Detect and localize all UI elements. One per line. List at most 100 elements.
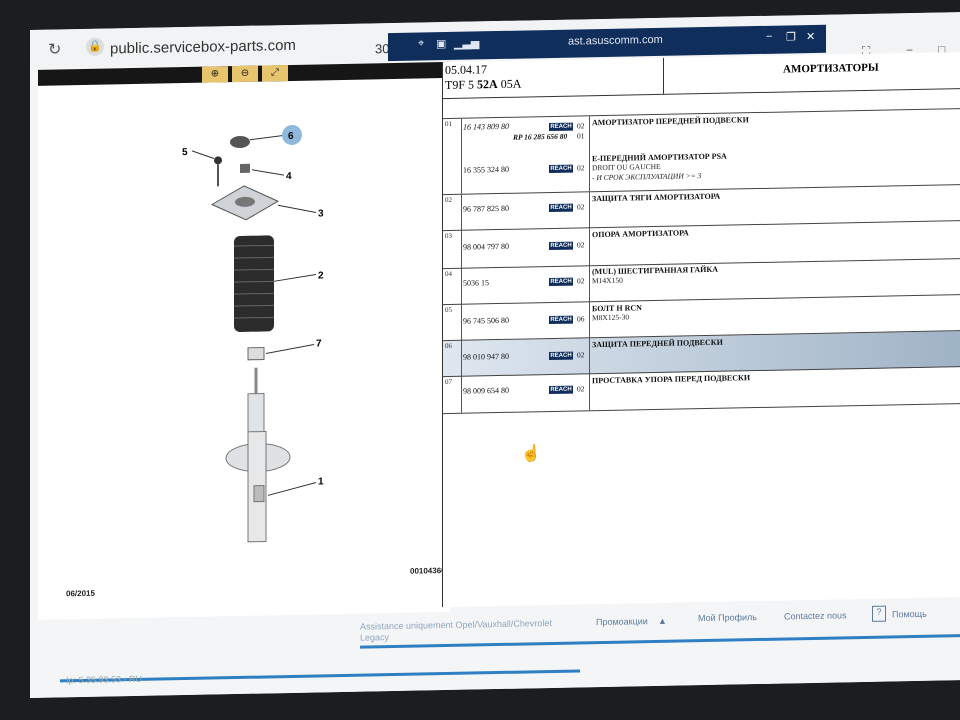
column-divider <box>461 118 462 153</box>
part-note: DROIT OU GAUCHE <box>592 161 661 173</box>
row-number: 02 <box>445 195 452 205</box>
reach-badge: REACH <box>549 385 573 395</box>
reach-badge: REACH <box>549 203 573 213</box>
part-number[interactable]: 98 010 947 80 <box>463 352 509 362</box>
part-name: ЗАЩИТА ТЯГИ АМОРТИЗАТОРА <box>592 191 721 204</box>
column-divider <box>589 116 590 151</box>
reach-badge: REACH <box>549 241 573 251</box>
parts-table: 01 16 143 809 80 REACH 02 RP 16 285 656 … <box>443 108 960 463</box>
column-divider <box>589 338 590 375</box>
reach-badge: REACH <box>549 122 573 132</box>
zoom-out-icon[interactable]: ⊖ <box>232 65 258 83</box>
reload-icon[interactable]: ↻ <box>48 39 61 59</box>
quantity: 02 <box>577 163 585 173</box>
parts-header: 05.04.17 T9F 5 52A 05A АМОРТИЗАТОРЫ <box>443 52 960 100</box>
part-name: БОЛТ H RCN <box>592 303 642 314</box>
quantity: 02 <box>577 121 585 131</box>
quantity: 02 <box>577 276 585 286</box>
part-name: ЗАЩИТА ПЕРЕДНЕЙ ПОДВЕСКИ <box>592 337 723 350</box>
column-divider <box>589 192 590 229</box>
part-number[interactable]: 96 745 506 80 <box>463 316 509 326</box>
pin-icon[interactable]: ⌖ <box>418 37 424 50</box>
callout-5: 5 <box>182 147 188 158</box>
footer-help-link[interactable]: Помощь <box>892 609 927 620</box>
diagram-code: 00104360 <box>410 566 446 576</box>
reach-badge: REACH <box>549 315 573 325</box>
row-number: 07 <box>445 377 452 387</box>
footer-profile-link[interactable]: Мой Профиль <box>698 612 757 623</box>
quantity: 02 <box>577 202 585 212</box>
part-name: АМОРТИЗАТОР ПЕРЕДНЕЙ ПОДВЕСКИ <box>592 115 749 128</box>
column-divider <box>589 302 590 339</box>
lock-icon[interactable]: ▣ <box>436 37 446 50</box>
reach-badge: REACH <box>549 164 573 174</box>
footer-assistance[interactable]: Assistance uniquement Opel/Vauxhall/Chev… <box>360 618 552 632</box>
diagram-panel: ⊕ ⊖ ⤢ 6 5 4 3 2 7 1 06/2015 00104360 <box>38 61 450 620</box>
parts-list-panel: 05.04.17 T9F 5 52A 05A АМОРТИЗАТОРЫ 01 1… <box>442 52 960 608</box>
column-divider <box>461 376 462 413</box>
reach-badge: REACH <box>549 351 573 361</box>
help-icon[interactable]: ? <box>872 605 886 622</box>
shock-absorber-diagram: 6 5 4 3 2 7 1 <box>182 124 324 543</box>
callout-3: 3 <box>318 208 324 219</box>
row-number: 04 <box>445 269 452 279</box>
header-code: T9F 5 52A 05A <box>445 77 521 93</box>
part-number[interactable]: 96 787 825 80 <box>463 204 509 214</box>
column-divider <box>461 304 462 341</box>
site-footer: Assistance uniquement Opel/Vauxhall/Chev… <box>30 605 960 698</box>
hand-cursor-icon: ☝ <box>521 445 541 463</box>
part-number[interactable]: 98 009 654 80 <box>463 386 509 396</box>
callout-6: 6 <box>288 131 294 142</box>
column-divider <box>461 340 462 377</box>
quantity: 06 <box>577 314 585 324</box>
diagram-date: 06/2015 <box>66 588 95 599</box>
header-code-bold: 52A <box>477 77 498 92</box>
chevron-up-icon[interactable]: ▲ <box>658 616 667 626</box>
quantity: 02 <box>577 240 585 250</box>
strut-part <box>225 367 291 543</box>
restore-icon[interactable]: ❐ <box>786 30 796 43</box>
footer-line <box>360 634 960 649</box>
column-divider <box>461 194 462 231</box>
part-number[interactable]: 16 143 809 80 <box>463 122 509 132</box>
column-divider <box>461 230 462 269</box>
close-icon[interactable]: ✕ <box>806 30 815 43</box>
column-divider <box>589 228 590 267</box>
part-name: ОПОРА АМОРТИЗАТОРА <box>592 228 689 240</box>
header-code-suffix: 05A <box>497 76 522 92</box>
quantity: 02 <box>577 350 585 360</box>
part-note: - И СРОК ЭКСПЛУАТАЦИИ >= 3 <box>592 171 702 183</box>
callout-7: 7 <box>316 338 322 349</box>
callout-1: 1 <box>318 476 324 487</box>
part-number[interactable]: 5036 15 <box>463 278 489 287</box>
column-divider <box>589 149 590 192</box>
address-bar[interactable]: public.servicebox-parts.com <box>110 37 296 58</box>
footer-legacy[interactable]: Legacy <box>360 632 389 643</box>
column-divider <box>589 374 590 411</box>
signal-icon: ▁▃▅ <box>454 37 480 50</box>
header-date: 05.04.17 <box>445 62 487 78</box>
part-name: ПРОСТАВКА УПОРА ПЕРЕД ПОДВЕСКИ <box>592 373 751 386</box>
column-divider <box>589 266 590 303</box>
minimize-icon[interactable]: − <box>766 31 772 43</box>
part-number[interactable]: 16 355 324 80 <box>463 165 509 175</box>
lock-icon[interactable]: 🔒 <box>86 37 104 56</box>
footer-promo-link[interactable]: Промоакции <box>596 616 648 627</box>
reach-badge: REACH <box>549 277 573 287</box>
page-title: АМОРТИЗАТОРЫ <box>783 61 879 76</box>
callout-2: 2 <box>318 270 324 281</box>
part-note: M14X150 <box>592 275 623 286</box>
bellows-part <box>234 235 274 332</box>
header-divider <box>663 57 664 94</box>
quantity: 02 <box>577 384 585 394</box>
zoom-in-icon[interactable]: ⊕ <box>202 66 228 83</box>
zoom-fit-icon[interactable]: ⤢ <box>262 65 288 82</box>
replacement-part-number[interactable]: RP 16 285 656 80 <box>513 132 567 142</box>
part-number[interactable]: 98 004 797 80 <box>463 242 509 252</box>
column-divider <box>461 151 462 194</box>
callout-4: 4 <box>286 171 292 182</box>
footer-contact-link[interactable]: Contactez nous <box>784 610 847 621</box>
quantity: 01 <box>577 131 585 141</box>
column-divider <box>461 268 462 305</box>
remote-session-title: ast.asuscomm.com <box>568 33 663 48</box>
